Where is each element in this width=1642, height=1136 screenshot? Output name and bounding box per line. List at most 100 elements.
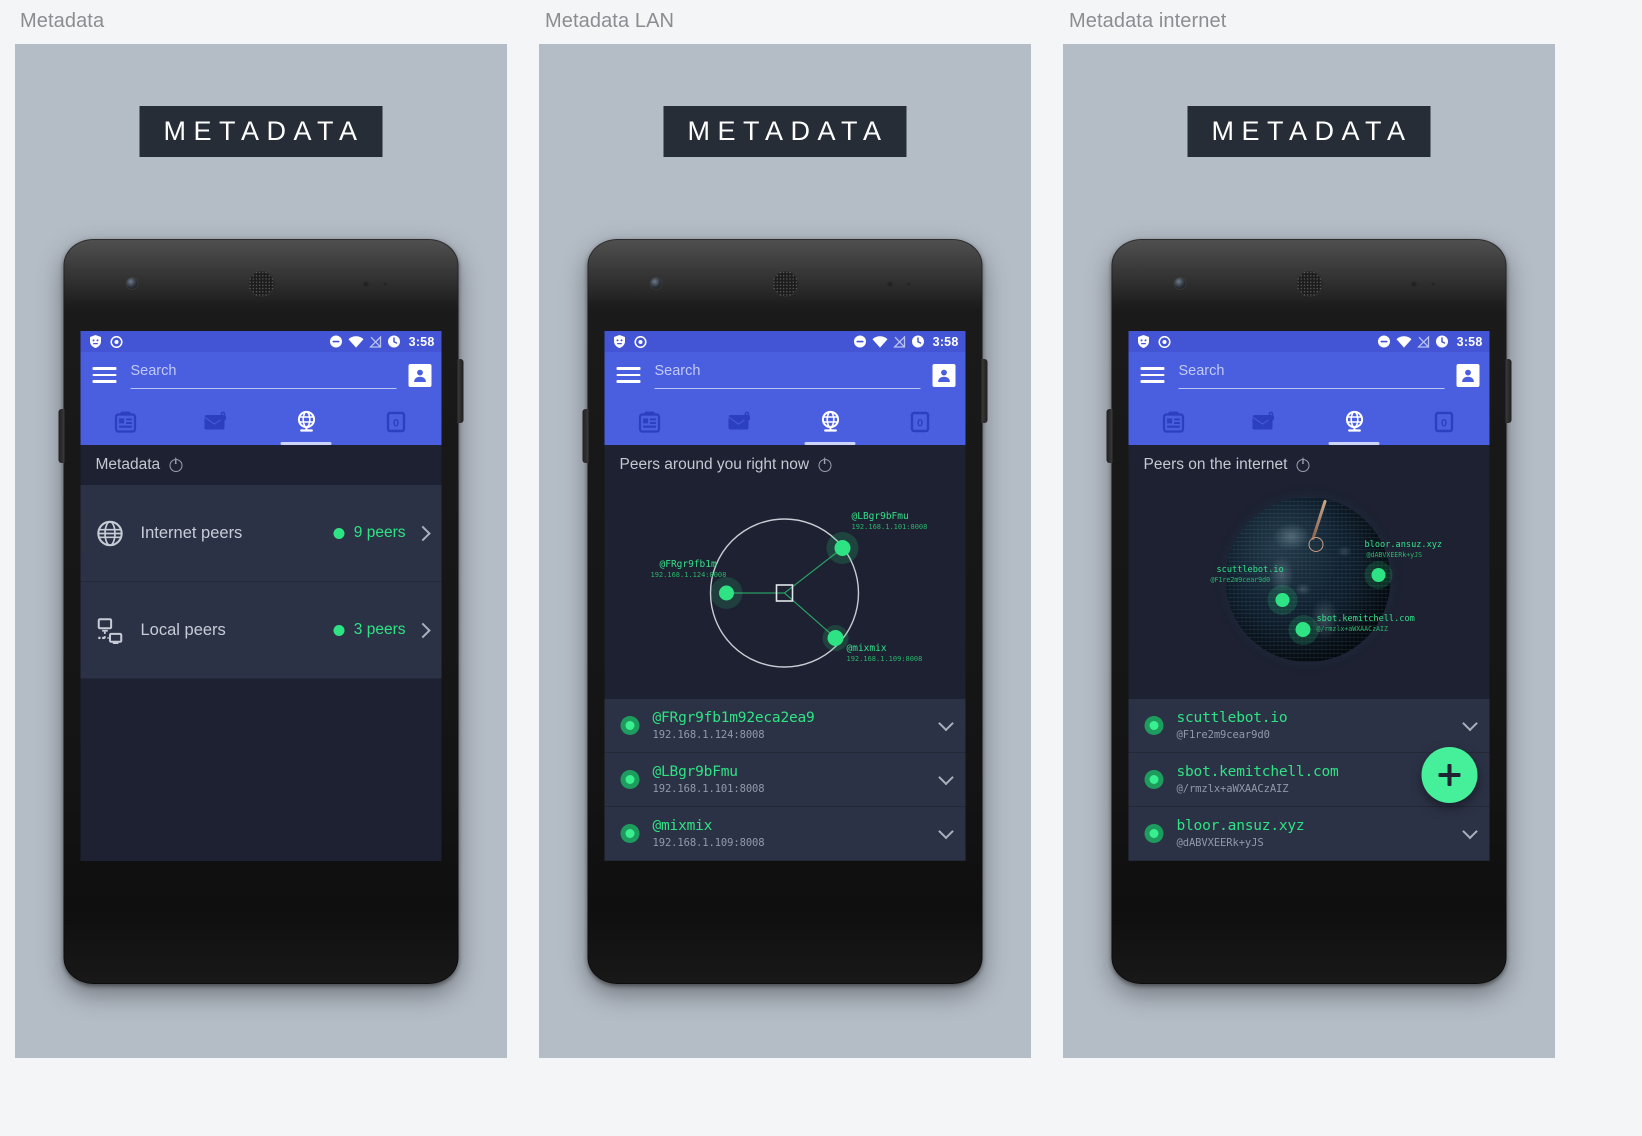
hamburger-icon[interactable] bbox=[92, 367, 117, 383]
metadata-logo-1: METADATA bbox=[139, 106, 383, 157]
globe-node-name-0: bloor.ansuz.xyz bbox=[1364, 540, 1443, 550]
map-node-addr-0: 192.168.1.101:8008 bbox=[851, 523, 928, 531]
tab-notifications[interactable]: 0 bbox=[351, 398, 441, 445]
tab-network[interactable] bbox=[1309, 398, 1399, 445]
section-title: Peers around you right now bbox=[619, 456, 810, 473]
do-not-disturb-icon bbox=[854, 335, 867, 348]
tab-public-feed[interactable] bbox=[605, 398, 695, 445]
tab-notifications[interactable]: 0 bbox=[875, 398, 965, 445]
tab-private-messages[interactable] bbox=[1219, 398, 1309, 445]
section-title: Metadata bbox=[95, 456, 161, 473]
status-bar-clock: 3:58 bbox=[408, 334, 435, 349]
wifi-icon bbox=[348, 335, 364, 348]
chevron-down-icon[interactable] bbox=[938, 715, 954, 732]
alarm-icon bbox=[1436, 335, 1449, 348]
front-camera-icon bbox=[1174, 278, 1186, 289]
hamburger-icon[interactable] bbox=[1140, 367, 1165, 383]
tab-private-messages[interactable] bbox=[171, 398, 261, 445]
list-item[interactable]: @FRgr9fb1m92eca2ea9 192.168.1.124:8008 bbox=[604, 699, 966, 753]
chevron-down-icon[interactable] bbox=[938, 823, 954, 840]
status-bar-clock: 3:58 bbox=[1456, 334, 1483, 349]
map-node-name-1: @FRgr9fb1m bbox=[659, 559, 717, 570]
internet-globe-map: bloor.ansuz.xyz @dABVXEERk+yJS scuttlebo… bbox=[1129, 485, 1490, 705]
plus-icon bbox=[1447, 764, 1452, 786]
shield-icon bbox=[614, 335, 625, 348]
row-local-peers[interactable]: Local peers 3 peers bbox=[80, 582, 442, 679]
chevron-down-icon[interactable] bbox=[1462, 715, 1478, 732]
search-underline bbox=[1178, 388, 1445, 389]
metadata-logo-2: METADATA bbox=[663, 106, 907, 157]
online-dot-icon bbox=[1144, 824, 1164, 843]
tab-notifications[interactable]: 0 bbox=[1399, 398, 1489, 445]
globe-pin-bloor[interactable] bbox=[1371, 568, 1386, 582]
peer-address: 192.168.1.124:8008 bbox=[652, 729, 765, 741]
proximity-sensors-icon bbox=[1410, 281, 1451, 289]
status-bar: 3:58 bbox=[604, 331, 966, 352]
list-item[interactable]: scuttlebot.io @F1re2m9cear9d0 bbox=[1128, 699, 1490, 753]
target-icon bbox=[1158, 335, 1171, 348]
account-icon[interactable] bbox=[408, 363, 432, 387]
search-input[interactable] bbox=[130, 361, 397, 385]
phone-device-2: 3:58 Search 0 Peers around you right now… bbox=[582, 239, 988, 984]
tab-public-feed[interactable] bbox=[1129, 398, 1219, 445]
tab-bar-2: 0 bbox=[605, 398, 966, 445]
search-field[interactable] bbox=[130, 361, 397, 389]
search-input[interactable] bbox=[1178, 361, 1445, 385]
status-dot bbox=[333, 624, 345, 636]
app-bar-3: 0 bbox=[1128, 352, 1490, 445]
counter-icon: 0 bbox=[387, 411, 406, 432]
board-icon bbox=[1163, 411, 1185, 433]
globe-pin-sbot[interactable] bbox=[1295, 622, 1311, 637]
search-input[interactable] bbox=[654, 361, 921, 385]
power-button[interactable] bbox=[981, 359, 988, 423]
search-field[interactable] bbox=[654, 361, 921, 389]
tab-private-messages[interactable] bbox=[695, 398, 785, 445]
lan-peer-list: @FRgr9fb1m92eca2ea9 192.168.1.124:8008 @… bbox=[604, 699, 966, 861]
map-node-addr-1: 192.168.1.124:8008 bbox=[650, 571, 727, 579]
chevron-down-icon[interactable] bbox=[1462, 823, 1478, 840]
list-item[interactable]: @LBgr9bFmu 192.168.1.101:8008 bbox=[604, 753, 966, 807]
peer-id: @/rmzlx+aWXAACzAIZ bbox=[1176, 783, 1289, 795]
chevron-right-icon[interactable] bbox=[415, 525, 431, 541]
info-icon[interactable] bbox=[818, 457, 832, 472]
search-underline bbox=[130, 388, 397, 389]
phone-screen-1: 3:58 Search 0 Metadata i Internet peers … bbox=[80, 331, 442, 861]
volume-button[interactable] bbox=[1106, 409, 1113, 463]
panel-metadata-internet: METADATA 3:58 Search 0 Peers on the inte… bbox=[1063, 44, 1555, 1058]
tab-network[interactable] bbox=[785, 398, 875, 445]
phone-device-1: 3:58 Search 0 Metadata i Internet peers … bbox=[58, 239, 464, 984]
phone-device-3: 3:58 Search 0 Peers on the internet i bl… bbox=[1106, 239, 1512, 984]
earpiece-speaker-icon bbox=[248, 271, 274, 297]
power-button[interactable] bbox=[457, 359, 464, 423]
tab-public-feed[interactable] bbox=[81, 398, 171, 445]
online-dot-icon bbox=[620, 770, 640, 789]
power-button[interactable] bbox=[1505, 359, 1512, 423]
no-signal-icon bbox=[1417, 335, 1430, 348]
lan-network-map: @LBgr9bFmu 192.168.1.101:8008 @FRgr9fb1m… bbox=[605, 485, 966, 703]
chevron-down-icon[interactable] bbox=[938, 769, 954, 786]
tab-network[interactable] bbox=[261, 398, 351, 445]
panel-caption-2: Metadata LAN bbox=[545, 10, 675, 32]
add-peer-fab[interactable] bbox=[1421, 747, 1478, 803]
chevron-right-icon[interactable] bbox=[415, 622, 431, 638]
search-field[interactable] bbox=[1178, 361, 1445, 389]
screen-3-content: Peers on the internet bloor.ansuz.xyz bbox=[1128, 445, 1490, 861]
volume-button[interactable] bbox=[58, 409, 65, 463]
hamburger-icon[interactable] bbox=[616, 367, 641, 383]
account-icon[interactable] bbox=[1456, 363, 1480, 387]
list-item[interactable]: @mixmix 192.168.1.109:8008 bbox=[604, 807, 966, 861]
volume-button[interactable] bbox=[582, 409, 589, 463]
panel-caption-3: Metadata internet bbox=[1069, 10, 1227, 32]
online-dot-icon bbox=[1144, 716, 1164, 735]
globe-icon bbox=[297, 410, 315, 432]
screenshot-sheet: Metadata Metadata LAN Metadata internet … bbox=[0, 0, 1642, 1136]
search-underline bbox=[654, 388, 921, 389]
info-icon[interactable] bbox=[1296, 457, 1310, 472]
info-icon[interactable] bbox=[169, 457, 183, 472]
svg-text:0: 0 bbox=[1441, 417, 1447, 429]
row-internet-peers[interactable]: Internet peers 9 peers bbox=[80, 485, 442, 582]
peer-name: @LBgr9bFmu bbox=[652, 764, 739, 780]
account-icon[interactable] bbox=[932, 363, 956, 387]
list-item[interactable]: bloor.ansuz.xyz @dABVXEERk+yJS bbox=[1128, 807, 1490, 861]
globe-pin-scuttlebot[interactable] bbox=[1275, 593, 1290, 607]
